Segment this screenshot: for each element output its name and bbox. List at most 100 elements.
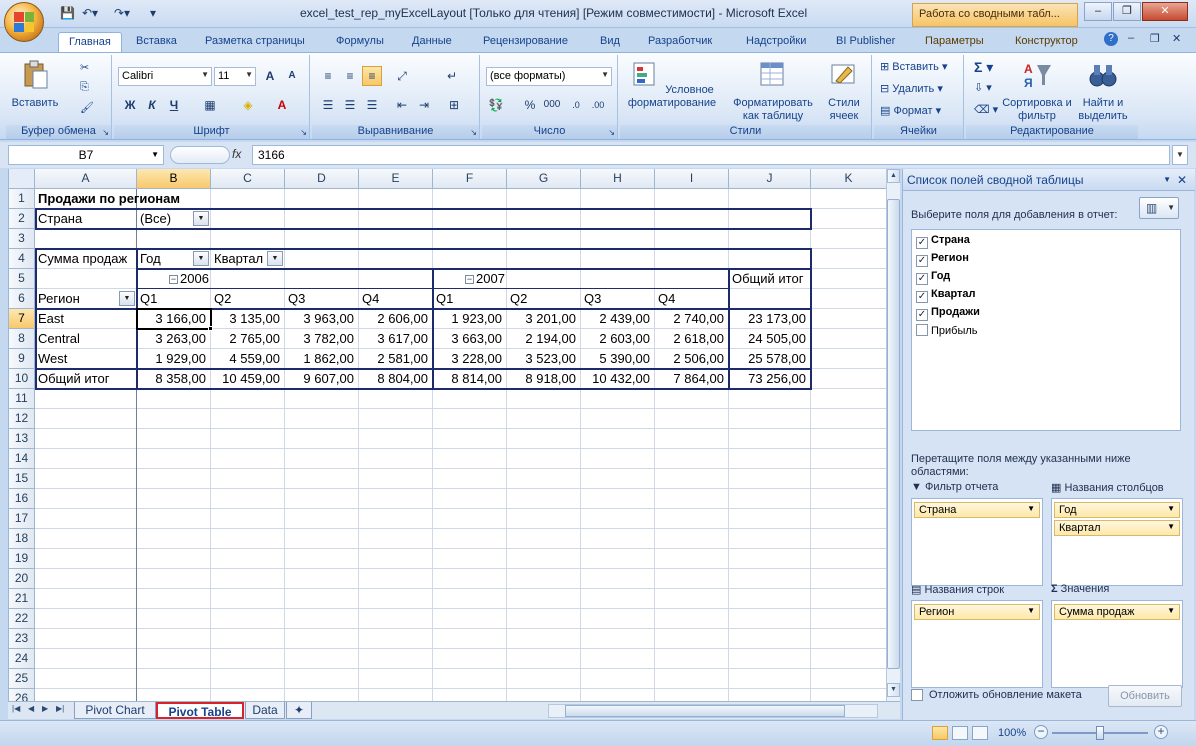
tab-home[interactable]: Главная: [58, 32, 122, 52]
format-painter-icon[interactable]: 🖌: [80, 101, 94, 114]
row-header-13[interactable]: 13: [9, 429, 35, 449]
decrease-decimal-icon[interactable]: .00: [588, 95, 608, 115]
vertical-scroll-thumb[interactable]: [887, 199, 900, 669]
column-header-e[interactable]: E: [359, 169, 433, 189]
row-header-25[interactable]: 25: [9, 669, 35, 689]
redo-icon[interactable]: ↷▾: [114, 6, 130, 20]
row-labels-area[interactable]: Регион ▼: [911, 600, 1043, 688]
row-header-26[interactable]: 26: [9, 689, 35, 701]
region-dropdown-icon[interactable]: ▼: [119, 291, 135, 306]
field-item[interactable]: Прибыль: [916, 324, 978, 340]
increase-decimal-icon[interactable]: .0: [566, 95, 586, 115]
value-cell[interactable]: 3 135,00: [211, 309, 285, 329]
shrink-font-button[interactable]: A: [282, 66, 302, 86]
area-item-year[interactable]: Год ▼: [1054, 502, 1180, 518]
align-middle-icon[interactable]: ≡: [340, 66, 360, 86]
value-cell[interactable]: 2 765,00: [211, 329, 285, 349]
bold-button[interactable]: Ж: [120, 95, 140, 115]
row-header-8[interactable]: 8: [9, 329, 35, 349]
horizontal-scrollbar[interactable]: [548, 704, 878, 718]
value-cell[interactable]: 2 606,00: [359, 309, 433, 329]
row-header-24[interactable]: 24: [9, 649, 35, 669]
value-cell[interactable]: 9 607,00: [285, 369, 359, 389]
value-cell[interactable]: 2 506,00: [655, 349, 729, 369]
column-labels-area[interactable]: Год ▼ Квартал ▼: [1051, 498, 1183, 586]
formula-input[interactable]: 3166: [252, 145, 1170, 165]
column-header-j[interactable]: J: [729, 169, 811, 189]
pane-layout-button[interactable]: ▥ ▼: [1139, 197, 1179, 219]
report-title-cell[interactable]: Продажи по регионам: [35, 189, 183, 209]
row-header-16[interactable]: 16: [9, 489, 35, 509]
currency-icon[interactable]: 💱: [486, 95, 506, 115]
value-cell[interactable]: 8 814,00: [433, 369, 507, 389]
row-header-20[interactable]: 20: [9, 569, 35, 589]
sheet-tab-data[interactable]: Data: [245, 702, 285, 719]
quarter-header-cell[interactable]: Q4: [359, 289, 382, 309]
align-top-icon[interactable]: ≡: [318, 66, 338, 86]
first-sheet-icon[interactable]: |◀: [12, 704, 20, 713]
field-item[interactable]: ✓ Продажи: [916, 306, 980, 322]
percent-button[interactable]: %: [520, 95, 540, 115]
quarter-header-cell[interactable]: Q1: [137, 289, 160, 309]
minimize-button[interactable]: –: [1084, 2, 1112, 21]
find-select-button[interactable]: Найти и выделить: [1072, 59, 1134, 123]
quarter-header-cell[interactable]: Q3: [285, 289, 308, 309]
row-header-14[interactable]: 14: [9, 449, 35, 469]
value-cell[interactable]: 2 194,00: [507, 329, 581, 349]
italic-button[interactable]: К: [142, 95, 162, 115]
checkbox-checked-icon[interactable]: ✓: [916, 273, 928, 285]
value-cell[interactable]: 2 439,00: [581, 309, 655, 329]
pane-menu-icon[interactable]: ▼: [1163, 175, 1171, 184]
autosum-icon[interactable]: Σ ▾: [974, 59, 993, 76]
row-label-cell[interactable]: East: [35, 309, 67, 329]
column-header-h[interactable]: H: [581, 169, 655, 189]
report-filter-area[interactable]: Страна ▼: [911, 498, 1043, 586]
align-right-icon[interactable]: ☰: [362, 95, 382, 115]
zoom-level[interactable]: 100%: [998, 727, 1026, 739]
scroll-up-icon[interactable]: ▲: [887, 169, 900, 183]
tab-insert[interactable]: Вставка: [136, 32, 177, 52]
field-item[interactable]: ✓ Регион: [916, 252, 969, 268]
tab-bi-publisher[interactable]: BI Publisher: [836, 32, 895, 52]
format-cells-button[interactable]: ▤ Формат ▾: [880, 104, 941, 117]
increase-indent-icon[interactable]: ⇥: [414, 95, 434, 115]
cell-styles-button[interactable]: Стили ячеек: [820, 59, 868, 123]
value-cell[interactable]: 4 559,00: [211, 349, 285, 369]
thousands-button[interactable]: 000: [542, 95, 562, 115]
row-field-cell[interactable]: Регион: [35, 289, 83, 309]
format-as-table-button[interactable]: Форматировать как таблицу: [726, 59, 820, 123]
value-cell[interactable]: 8 358,00: [137, 369, 211, 389]
value-cell[interactable]: 2 618,00: [655, 329, 729, 349]
values-area[interactable]: Сумма продаж ▼: [1051, 600, 1183, 688]
value-cell[interactable]: 8 804,00: [359, 369, 433, 389]
column-header-g[interactable]: G: [507, 169, 581, 189]
defer-update-checkbox[interactable]: [911, 689, 923, 701]
area-item-sum-sales[interactable]: Сумма продаж ▼: [1054, 604, 1180, 620]
insert-cells-button[interactable]: ⊞ Вставить ▾: [880, 60, 948, 73]
area-item-country[interactable]: Страна ▼: [914, 502, 1040, 518]
value-cell[interactable]: 10 432,00: [581, 369, 655, 389]
alignment-launcher-icon[interactable]: ↘: [470, 128, 477, 137]
grand-total-header-cell[interactable]: Общий итог: [729, 269, 806, 289]
row-header-11[interactable]: 11: [9, 389, 35, 409]
row-total-cell[interactable]: 23 173,00: [729, 309, 811, 329]
row-header-22[interactable]: 22: [9, 609, 35, 629]
tab-formulas[interactable]: Формулы: [336, 32, 384, 52]
row-header-18[interactable]: 18: [9, 529, 35, 549]
row-header-3[interactable]: 3: [9, 229, 35, 249]
zoom-out-icon[interactable]: −: [1034, 725, 1048, 739]
value-cell[interactable]: 5 390,00: [581, 349, 655, 369]
value-cell[interactable]: 2 603,00: [581, 329, 655, 349]
value-cell[interactable]: 2 740,00: [655, 309, 729, 329]
column-header-c[interactable]: C: [211, 169, 285, 189]
tab-review[interactable]: Рецензирование: [483, 32, 568, 52]
clear-icon[interactable]: ⌫ ▾: [974, 103, 998, 116]
insert-function-icon[interactable]: fx: [232, 147, 241, 161]
fill-icon[interactable]: ⇩ ▾: [974, 81, 992, 94]
row-header-19[interactable]: 19: [9, 549, 35, 569]
row-header-10[interactable]: 10: [9, 369, 35, 389]
year-2007-cell[interactable]: −2007: [433, 269, 508, 289]
row-header-21[interactable]: 21: [9, 589, 35, 609]
value-cell[interactable]: 1 929,00: [137, 349, 211, 369]
field-item[interactable]: ✓ Год: [916, 270, 950, 286]
